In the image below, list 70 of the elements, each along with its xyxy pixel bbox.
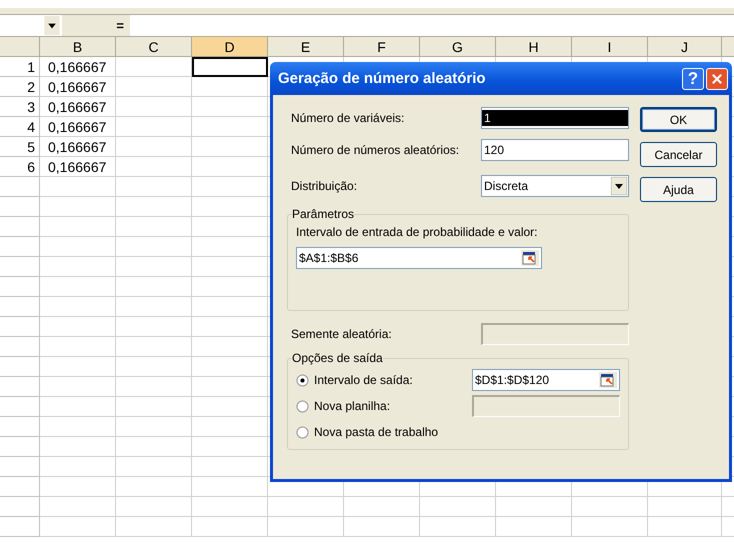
row-header[interactable] xyxy=(0,457,40,477)
row-header[interactable] xyxy=(0,337,40,357)
dialog-button[interactable]: Cancelar xyxy=(640,142,717,167)
help-button[interactable]: ? xyxy=(682,68,704,90)
row-header[interactable]: 2 xyxy=(0,77,40,97)
row-header[interactable]: 1 xyxy=(0,57,40,77)
row-header[interactable] xyxy=(0,257,40,277)
input-field[interactable] xyxy=(472,395,620,417)
group-title: Opções de saída xyxy=(292,351,383,365)
dropdown-arrow-icon[interactable] xyxy=(611,177,627,195)
column-header[interactable]: J xyxy=(648,37,722,57)
table-cell: 0,166667 xyxy=(40,77,116,97)
column-header[interactable]: F xyxy=(344,37,420,57)
distribution-dropdown[interactable]: Discreta xyxy=(481,175,629,197)
row-header[interactable] xyxy=(0,397,40,417)
radio-button[interactable]: Nova planilha: xyxy=(296,399,390,413)
row-header[interactable] xyxy=(0,177,40,197)
table-cell: 0,166667 xyxy=(40,157,116,177)
column-header[interactable]: C xyxy=(116,37,192,57)
column-header[interactable]: E xyxy=(268,37,344,57)
range-field[interactable]: $D$1:$D$120 xyxy=(472,369,620,391)
column-header[interactable]: I xyxy=(572,37,648,57)
row-header[interactable] xyxy=(0,357,40,377)
dialog-button[interactable]: Ajuda xyxy=(640,177,717,202)
row-header[interactable]: 3 xyxy=(0,97,40,117)
row-header[interactable] xyxy=(0,377,40,397)
formula-equals-sign[interactable]: = xyxy=(116,18,124,33)
group-title: Parâmetros xyxy=(292,207,354,221)
row-header[interactable] xyxy=(0,517,40,537)
row-header[interactable]: 6 xyxy=(0,157,40,177)
radio-button[interactable]: Intervalo de saída: xyxy=(296,373,413,387)
field-label: Semente aleatória: xyxy=(291,327,392,341)
window-title: Geração de número aleatório xyxy=(278,70,487,87)
input-field[interactable]: 120 xyxy=(481,139,629,161)
row-header[interactable]: 5 xyxy=(0,137,40,157)
radio-icon[interactable] xyxy=(296,400,309,412)
column-header[interactable]: H xyxy=(496,37,572,57)
row-header[interactable]: 4 xyxy=(0,117,40,137)
radio-icon[interactable] xyxy=(296,374,309,386)
row-header[interactable] xyxy=(0,197,40,217)
row-header[interactable] xyxy=(0,417,40,437)
column-header[interactable]: D xyxy=(192,37,268,57)
radio-button[interactable]: Nova pasta de trabalho xyxy=(296,425,438,439)
collapse-dialog-icon[interactable] xyxy=(599,372,617,388)
table-cell: 0,166667 xyxy=(40,117,116,137)
row-header[interactable] xyxy=(0,317,40,337)
row-header[interactable] xyxy=(0,297,40,317)
close-button[interactable] xyxy=(706,68,728,90)
radio-icon[interactable] xyxy=(296,426,309,438)
table-cell: 0,166667 xyxy=(40,97,116,117)
row-header[interactable] xyxy=(0,277,40,297)
table-cell: 0,166667 xyxy=(40,57,116,77)
field-label: Número de números aleatórios: xyxy=(291,143,460,157)
row-header[interactable] xyxy=(0,237,40,257)
input-field[interactable]: 1 xyxy=(481,107,629,129)
row-header[interactable] xyxy=(0,437,40,457)
close-icon[interactable] xyxy=(710,72,724,86)
column-header[interactable]: B xyxy=(40,37,116,57)
field-label: Número de variáveis: xyxy=(291,111,404,125)
table-cell: 0,166667 xyxy=(40,137,116,157)
column-header[interactable]: G xyxy=(420,37,496,57)
row-header[interactable] xyxy=(0,217,40,237)
field-label: Distribuição: xyxy=(291,179,358,193)
row-header[interactable] xyxy=(0,477,40,497)
dialog-button[interactable]: OK xyxy=(640,107,717,132)
field-label: Intervalo de entrada de probabilidade e valor: xyxy=(296,225,538,239)
collapse-dialog-icon[interactable] xyxy=(521,250,539,266)
row-header[interactable] xyxy=(0,497,40,517)
range-field[interactable]: $A$1:$B$6 xyxy=(296,247,542,269)
input-field[interactable] xyxy=(481,323,629,345)
